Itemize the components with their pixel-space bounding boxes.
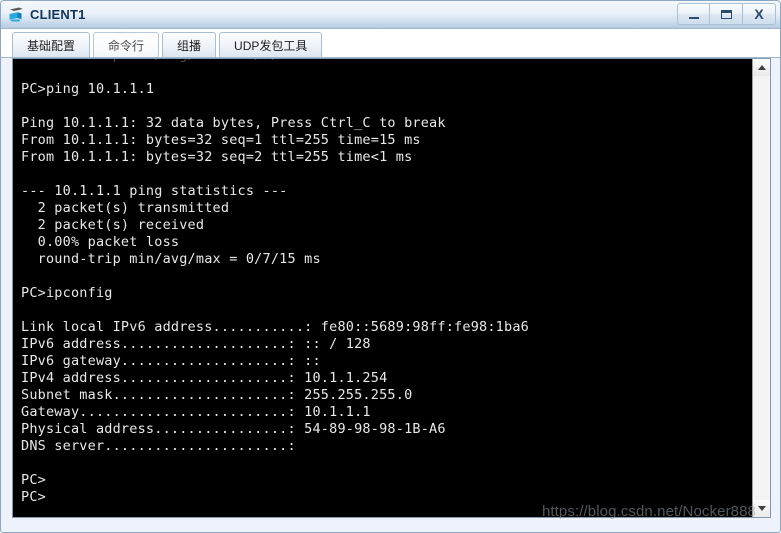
terminal-line: From 10.1.1.1: bytes=32 seq=2 ttl=255 ti… — [21, 149, 413, 165]
terminal-line: Physical address................: 54-89-… — [21, 421, 446, 437]
terminal-line: PC>ipconfig — [21, 285, 113, 301]
terminal-line: 2 packet(s) transmitted — [21, 200, 230, 216]
terminal-line: 0.00% packet loss — [21, 234, 180, 250]
terminal-line: Subnet mask.....................: 255.25… — [21, 387, 413, 403]
tab-command-line[interactable]: 命令行 — [93, 32, 160, 57]
title-bar[interactable]: CLIENT1 X — [1, 1, 780, 29]
tab-udp-tool-label: UDP发包工具 — [234, 38, 308, 53]
tab-udp-tool[interactable]: UDP发包工具 — [219, 32, 323, 57]
terminal-line: DNS server......................: — [21, 438, 296, 454]
terminal-line: PC>ping 10.1.1.1 — [21, 81, 155, 97]
terminal-line: IPv6 gateway....................: :: — [21, 353, 321, 369]
close-button[interactable]: X — [743, 3, 776, 25]
maximize-button[interactable] — [710, 3, 743, 25]
terminal-line: PC> — [21, 472, 46, 488]
terminal-line: Link local IPv6 address...........: fe80… — [21, 319, 529, 335]
maximize-icon — [720, 9, 732, 19]
terminal-text: round-trip min/avg/max = 0/7/15 ms PC>pi… — [21, 59, 752, 506]
terminal-line: IPv6 address....................: :: / 1… — [21, 336, 371, 352]
terminal-line: --- 10.1.1.1 ping statistics --- — [21, 183, 288, 199]
terminal-line: 2 packet(s) received — [21, 217, 205, 233]
close-icon: X — [754, 6, 764, 22]
client1-window: CLIENT1 X 基础配置 命令行 组播 UDP发包工具 PC>ping 10… — [0, 0, 781, 533]
minimize-icon — [688, 16, 699, 19]
scrollbar-track[interactable] — [753, 76, 770, 500]
scroll-up-arrow-icon — [757, 65, 766, 70]
scroll-down-button[interactable] — [753, 500, 770, 517]
pc-device-icon — [8, 6, 25, 23]
tab-multicast[interactable]: 组播 — [162, 32, 217, 57]
terminal-line: Ping 10.1.1.1: 32 data bytes, Press Ctrl… — [21, 115, 446, 131]
terminal-line: round-trip min/avg/max = 0/7/15 ms — [21, 251, 321, 267]
terminal-line: From 10.1.1.1: bytes=32 seq=1 ttl=255 ti… — [21, 132, 421, 148]
terminal-output[interactable]: round-trip min/avg/max = 0/7/15 ms PC>pi… — [13, 59, 752, 517]
window-controls: X — [677, 3, 776, 25]
window-title: CLIENT1 — [30, 6, 86, 22]
tab-multicast-label: 组播 — [177, 38, 202, 53]
tab-bar: 基础配置 命令行 组播 UDP发包工具 — [1, 29, 780, 58]
tab-basic-config-label: 基础配置 — [27, 38, 76, 53]
scroll-down-arrow-icon — [757, 506, 766, 511]
terminal-panel: round-trip min/avg/max = 0/7/15 ms PC>pi… — [12, 58, 771, 518]
scroll-up-button[interactable] — [753, 59, 770, 76]
terminal-line: IPv4 address....................: 10.1.1… — [21, 370, 388, 386]
terminal-scrollbar[interactable] — [752, 59, 770, 517]
terminal-line: Gateway.........................: 10.1.1… — [21, 404, 371, 420]
window-bottom-padding — [1, 518, 780, 530]
terminal-line: PC> — [21, 489, 46, 505]
tab-command-line-label: 命令行 — [108, 38, 145, 53]
tab-basic-config[interactable]: 基础配置 — [12, 32, 91, 57]
minimize-button[interactable] — [677, 3, 710, 25]
